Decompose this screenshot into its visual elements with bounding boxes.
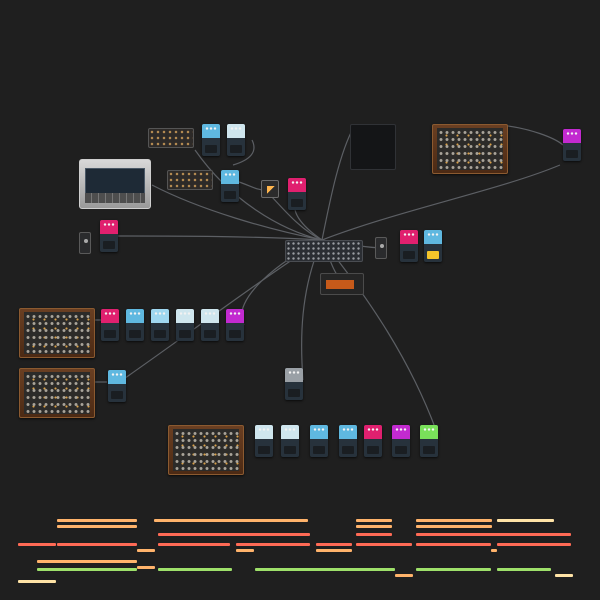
pedal-p1[interactable] [202,124,220,156]
clip[interactable] [416,568,491,571]
display-module[interactable] [320,273,364,295]
patch-workspace [0,0,600,600]
modular-synth-top-right[interactable] [432,124,508,174]
pedal-p16[interactable] [108,370,126,402]
clip[interactable] [57,519,137,522]
clip[interactable] [18,580,56,583]
pedal-p23[interactable] [392,425,410,457]
modular-synth-left-2[interactable] [19,368,95,418]
pedal-p4[interactable] [288,178,306,210]
clip[interactable] [137,566,155,569]
pedal-p3[interactable] [221,170,239,202]
pedal-p8[interactable] [424,230,442,262]
pedal-p13[interactable] [176,309,194,341]
clip[interactable] [57,543,137,546]
modular-synth-bottom[interactable] [168,425,244,475]
tiny-module-right[interactable] [375,237,387,259]
orange-module[interactable] [261,180,279,198]
pedal-p6[interactable] [563,129,581,161]
clip[interactable] [57,525,137,528]
pedal-p19[interactable] [281,425,299,457]
clip[interactable] [137,549,155,552]
clip[interactable] [255,568,395,571]
clip[interactable] [236,543,310,546]
pedal-p24[interactable] [420,425,438,457]
dark-module[interactable] [350,124,396,170]
pedal-p5[interactable] [100,220,118,252]
clip[interactable] [497,543,571,546]
clip[interactable] [316,543,352,546]
clip[interactable] [316,549,352,552]
clip[interactable] [154,519,308,522]
pedal-p2[interactable] [227,124,245,156]
pedal-p11[interactable] [126,309,144,341]
pedal-p17[interactable] [285,368,303,400]
cable [321,239,437,431]
pedal-p10[interactable] [101,309,119,341]
pedal-p12[interactable] [151,309,169,341]
pedal-p7[interactable] [400,230,418,262]
clip[interactable] [497,568,551,571]
pedal-p20[interactable] [310,425,328,457]
clip[interactable] [356,533,392,536]
cable [499,124,564,146]
clip[interactable] [18,543,56,546]
clip[interactable] [555,574,573,577]
clip[interactable] [395,574,413,577]
clip[interactable] [37,560,137,563]
clip[interactable] [356,525,392,528]
pedal-p18[interactable] [255,425,273,457]
modular-synth-left-1[interactable] [19,308,95,358]
cable [321,164,561,241]
pedal-p14[interactable] [201,309,219,341]
clip[interactable] [497,519,554,522]
clip[interactable] [37,568,137,571]
small-module-top[interactable] [148,128,194,148]
clip[interactable] [416,525,492,528]
clip[interactable] [416,533,571,536]
pedal-p21[interactable] [339,425,357,457]
pedal-p22[interactable] [364,425,382,457]
clip[interactable] [158,533,310,536]
clip[interactable] [491,549,497,552]
mixer-main[interactable] [285,240,363,262]
clip[interactable] [356,543,412,546]
clip[interactable] [356,519,392,522]
arrangement-timeline[interactable] [0,510,600,600]
silver-synth[interactable] [79,159,151,209]
clip[interactable] [236,549,254,552]
pedal-p15[interactable] [226,309,244,341]
small-module-mid[interactable] [167,170,213,190]
tiny-module-left[interactable] [79,232,91,254]
clip[interactable] [158,543,230,546]
clip[interactable] [416,543,491,546]
clip[interactable] [158,568,232,571]
clip[interactable] [416,519,492,522]
